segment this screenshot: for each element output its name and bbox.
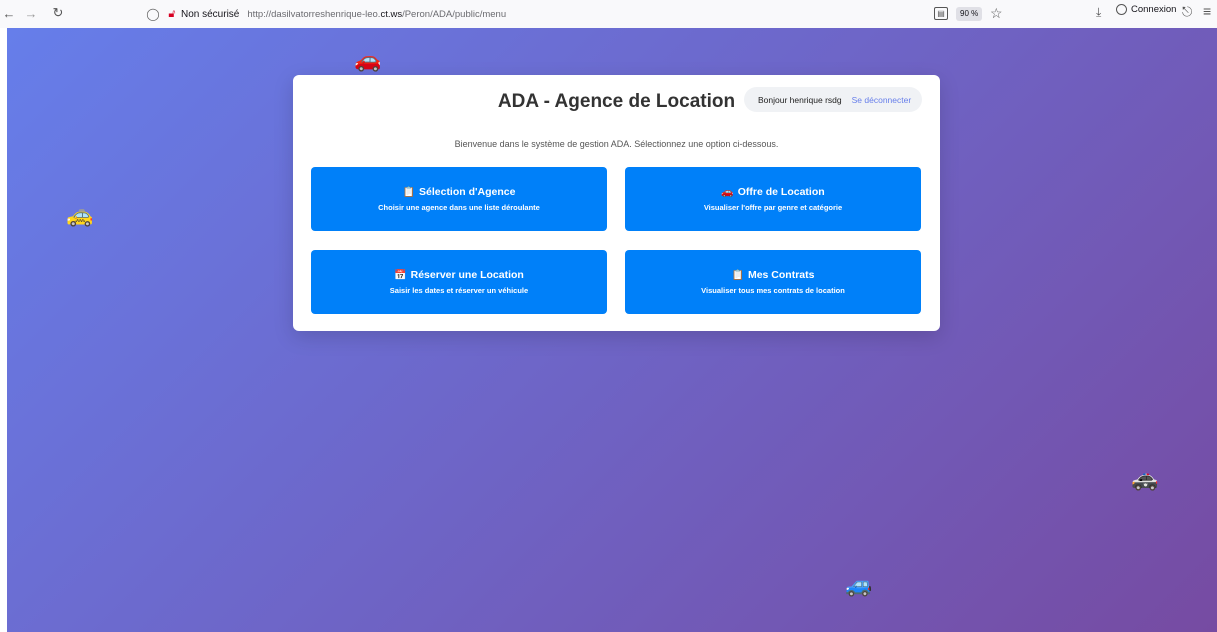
hamburger-menu-icon[interactable]: ≡ — [1203, 3, 1211, 19]
forward-icon[interactable]: → — [22, 4, 40, 22]
reload-icon[interactable]: ↻ — [49, 4, 67, 22]
download-icon[interactable]: ⤓ — [1096, 5, 1101, 20]
btn-title-text: Sélection d'Agence — [419, 186, 516, 198]
agency-selection-button[interactable]: 📋 Sélection d'Agence Choisir une agence d… — [311, 167, 607, 231]
clipboard-icon: 📋 — [402, 187, 415, 198]
clipboard-icon: 📋 — [731, 270, 744, 281]
logout-link[interactable]: Se déconnecter — [852, 95, 912, 105]
police-car-icon: 🚓 — [1131, 466, 1159, 491]
url-path: /Peron/ADA/public/menu — [402, 8, 507, 20]
green-suv-icon: 🚙 — [845, 572, 873, 597]
btn-title-text: Offre de Location — [737, 186, 825, 198]
extensions-icon[interactable]: ⎋ — [1182, 4, 1192, 20]
btn-title: 📋 Mes Contrats — [625, 269, 921, 281]
rental-offer-button[interactable]: 🚗 Offre de Location Visualiser l'offre pa… — [625, 167, 921, 231]
reader-view-icon[interactable]: ▤ — [934, 7, 948, 20]
calendar-icon: 📅 — [394, 270, 407, 281]
url-domain: ct.ws — [380, 8, 403, 20]
account-icon — [1116, 4, 1127, 15]
url-prefix: http://dasilvatorreshenrique-leo. — [247, 8, 381, 20]
book-rental-button[interactable]: 📅 Réserver une Location Saisir les dates … — [311, 250, 607, 314]
bookmark-star-icon[interactable]: ☆ — [990, 5, 1003, 22]
user-greeting: Bonjour henrique rsdg — [758, 94, 842, 105]
btn-title: 📋 Sélection d'Agence — [311, 186, 607, 198]
account-button[interactable]: Connexion — [1116, 4, 1176, 15]
insecure-lock-icon[interactable]: 🔓︎ — [166, 8, 178, 20]
welcome-text: Bienvenue dans le système de gestion ADA… — [454, 139, 779, 149]
btn-title-text: Réserver une Location — [410, 269, 524, 281]
back-icon[interactable]: ← — [0, 4, 18, 22]
url-text[interactable]: http://dasilvatorreshenrique-leo.ct.ws/P… — [247, 9, 506, 20]
car-icon: 🚗 — [721, 187, 734, 198]
btn-title-text: Mes Contrats — [747, 269, 815, 281]
zoom-badge[interactable]: 90 % — [956, 7, 983, 21]
insecure-label[interactable]: Non sécurisé — [181, 9, 239, 20]
menu-grid: 📋 Sélection d'Agence Choisir une agence d… — [311, 167, 922, 315]
page-viewport: 🚗 🚕 🚓 🚙 ADA - Agence de Location Bonjour… — [7, 28, 1217, 632]
btn-title: 📅 Réserver une Location — [311, 269, 607, 281]
browser-toolbar: ← → ↻ ◯ 🔓︎ Non sécurisé http://dasilvato… — [0, 0, 1217, 28]
shield-icon[interactable]: ◯ — [146, 7, 160, 21]
btn-desc: Choisir une agence dans une liste déroul… — [378, 203, 540, 212]
btn-desc: Visualiser tous mes contrats de location — [701, 286, 845, 295]
menu-card: ADA - Agence de Location Bonjour henriqu… — [293, 75, 940, 331]
red-car-icon: 🚗 — [354, 47, 382, 72]
taxi-icon: 🚕 — [66, 202, 94, 227]
my-contracts-button[interactable]: 📋 Mes Contrats Visualiser tous mes contra… — [625, 250, 921, 314]
user-box: Bonjour henrique rsdg Se déconnecter — [744, 87, 922, 112]
account-label: Connexion — [1131, 4, 1177, 15]
btn-title: 🚗 Offre de Location — [625, 186, 921, 198]
btn-desc: Saisir les dates et réserver un véhicule — [389, 286, 529, 295]
url-bar[interactable]: ◯ 🔓︎ Non sécurisé http://dasilvatorreshe… — [142, 3, 1018, 25]
btn-desc: Visualiser l'offre par genre et catégori… — [703, 203, 843, 212]
